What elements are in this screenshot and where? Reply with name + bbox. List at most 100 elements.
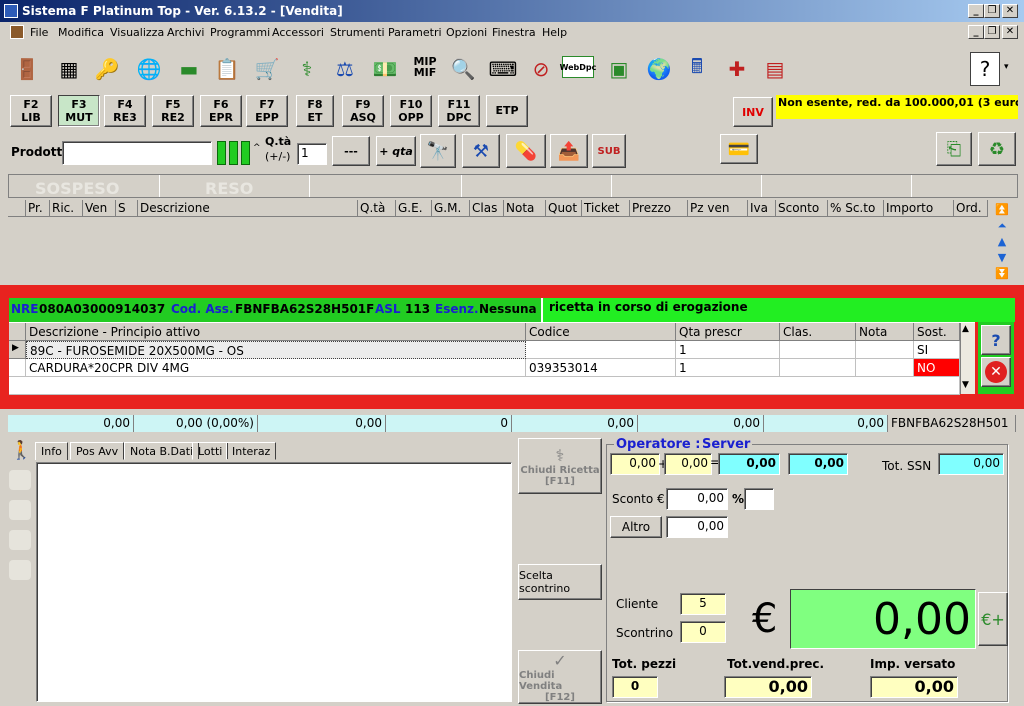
- col-ticket[interactable]: Ticket: [582, 200, 630, 217]
- cancel-card-icon[interactable]: ⊘: [524, 52, 558, 86]
- scroll-down-arrow-icon[interactable]: ▼: [962, 380, 969, 390]
- fkey-f6-epr[interactable]: F6 EPR: [200, 95, 242, 127]
- scale-icon[interactable]: ⚖: [328, 52, 362, 86]
- calculator-icon[interactable]: 🖩: [680, 52, 714, 86]
- child-restore-button[interactable]: ❐: [984, 25, 1000, 39]
- col-importo[interactable]: Importo: [884, 200, 954, 217]
- recipe-row-1-sost[interactable]: SI: [914, 341, 960, 359]
- col-ven[interactable]: Ven: [83, 200, 116, 217]
- plus-qta-button[interactable]: + qta: [376, 136, 416, 166]
- box-icon[interactable]: ▬: [172, 52, 206, 86]
- cart-icon[interactable]: 🛒: [250, 52, 284, 86]
- recipe-col-sost[interactable]: Sost.: [914, 323, 960, 341]
- recipe-col-qta[interactable]: Qta prescr: [676, 323, 780, 341]
- scroll-up-arrow-icon[interactable]: ▲: [962, 324, 969, 334]
- barcode-icon[interactable]: ▤: [758, 52, 792, 86]
- col-prezzo[interactable]: Prezzo: [630, 200, 688, 217]
- webdpc-icon[interactable]: WebDpc: [560, 56, 596, 78]
- recycle-bin-icon[interactable]: ♻: [978, 132, 1016, 166]
- dash-button[interactable]: ---: [332, 136, 370, 166]
- fkey-f5-re2[interactable]: F5 RE2: [152, 95, 194, 127]
- menu-parametri[interactable]: Parametri: [388, 26, 442, 39]
- recipe-cancel-button[interactable]: ✕: [981, 357, 1011, 387]
- menu-opzioni[interactable]: Opzioni: [446, 26, 487, 39]
- scelta-scontrino-button[interactable]: Scelta scontrino: [518, 564, 602, 600]
- globe-network-icon[interactable]: 🌐: [132, 52, 166, 86]
- fkey-f7-epp[interactable]: F7 EPP: [246, 95, 288, 127]
- recipe-row-2-descr[interactable]: CARDURA*20CPR DIV 4MG: [26, 359, 526, 377]
- recipe-row-1-descr[interactable]: 89C - FUROSEMIDE 20X500MG - OS: [26, 341, 526, 359]
- money-info-icon[interactable]: 💵: [368, 52, 402, 86]
- pill-search-icon[interactable]: 💊: [506, 134, 546, 168]
- recipe-empty-row[interactable]: [9, 377, 960, 395]
- tab-pos-avv[interactable]: Pos Avv: [70, 442, 125, 460]
- recipe-row-1-clas[interactable]: [780, 341, 856, 359]
- scroll-page-up-icon[interactable]: ⏶: [992, 219, 1012, 233]
- recipe-row-2-qta[interactable]: 1: [676, 359, 780, 377]
- col-ric[interactable]: Ric.: [50, 200, 83, 217]
- etp-button[interactable]: ETP: [486, 95, 528, 127]
- col-nota[interactable]: Nota: [504, 200, 546, 217]
- side-slot-1[interactable]: [9, 470, 31, 490]
- child-minimize-button[interactable]: _: [968, 25, 984, 39]
- imp-versato-value[interactable]: 0,00: [870, 676, 958, 698]
- col-ord[interactable]: Ord.: [954, 200, 988, 217]
- help-dropdown-icon[interactable]: ▾: [1004, 62, 1009, 72]
- recipe-row-1-codice[interactable]: [526, 341, 676, 359]
- calculator-grid-icon[interactable]: ▦: [52, 52, 86, 86]
- keyboard-icon[interactable]: ⌨: [486, 52, 520, 86]
- menu-finestra[interactable]: Finestra: [492, 26, 536, 39]
- person-icon[interactable]: 🚶: [10, 440, 32, 461]
- tab-interaz[interactable]: Interaz: [226, 442, 277, 460]
- recipe-row-2-clas[interactable]: [780, 359, 856, 377]
- recipe-row-1-nota[interactable]: [856, 341, 914, 359]
- fkey-f8-et[interactable]: F8 ET: [296, 95, 334, 127]
- exit-door-icon[interactable]: 🚪: [10, 52, 44, 86]
- phone-list-icon[interactable]: 📋: [210, 52, 244, 86]
- inv-button[interactable]: INV: [733, 97, 773, 127]
- fkey-f11-dpc[interactable]: F11 DPC: [438, 95, 480, 127]
- menu-help[interactable]: Help: [542, 26, 567, 39]
- binoculars-icon[interactable]: 🔭: [420, 134, 456, 168]
- tab-lotti[interactable]: Lotti: [192, 442, 229, 460]
- side-slot-4[interactable]: [9, 560, 31, 580]
- euro-add-icon[interactable]: €+: [978, 592, 1008, 646]
- chiudi-vendita-button[interactable]: ✓ Chiudi Vendita [F12]: [518, 650, 602, 704]
- menu-visualizza[interactable]: Visualizza: [110, 26, 164, 39]
- chiudi-ricetta-button[interactable]: ⚕ Chiudi Ricetta [F11]: [518, 438, 602, 494]
- tools-icon[interactable]: ⚒: [462, 134, 500, 168]
- scroll-bottom-icon[interactable]: ⏬: [992, 267, 1012, 281]
- sconto-input[interactable]: 0,00: [666, 488, 728, 510]
- col-quot[interactable]: Quot: [546, 200, 582, 217]
- display-icon[interactable]: ▣: [602, 52, 636, 86]
- document-search-icon[interactable]: 🔍: [446, 52, 480, 86]
- altro-button[interactable]: Altro: [610, 516, 662, 538]
- col-clas[interactable]: Clas: [470, 200, 504, 217]
- tab-nota-bdati[interactable]: Nota B.Dati: [124, 442, 200, 460]
- info-text-area[interactable]: [36, 462, 512, 702]
- child-close-button[interactable]: ✕: [1002, 25, 1018, 39]
- tab-info[interactable]: Info: [35, 442, 68, 460]
- col-sconto[interactable]: Sconto: [776, 200, 828, 217]
- restore-doc-icon[interactable]: ⎗: [936, 132, 972, 166]
- col-pr[interactable]: Pr.: [26, 200, 50, 217]
- minimize-button[interactable]: _: [968, 4, 984, 18]
- recipe-col-clas[interactable]: Clas.: [780, 323, 856, 341]
- col-descrizione[interactable]: Descrizione: [138, 200, 358, 217]
- chevron-up-icon[interactable]: ^: [253, 143, 261, 153]
- col-pct-sconto[interactable]: % Sc.to: [828, 200, 884, 217]
- side-slot-2[interactable]: [9, 500, 31, 520]
- close-button[interactable]: ✕: [1002, 4, 1018, 18]
- col-gm[interactable]: G.M.: [432, 200, 470, 217]
- menu-accessori[interactable]: Accessori: [272, 26, 324, 39]
- col-pz-ven[interactable]: Pz ven: [688, 200, 748, 217]
- scroll-top-icon[interactable]: ⏫: [992, 203, 1012, 217]
- globe-money-icon[interactable]: 🌍: [642, 52, 676, 86]
- side-slot-3[interactable]: [9, 530, 31, 550]
- recipe-row-2-codice[interactable]: 039353014: [526, 359, 676, 377]
- menu-modifica[interactable]: Modifica: [58, 26, 104, 39]
- recipe-col-descr[interactable]: Descrizione - Principio attivo: [26, 323, 526, 341]
- col-qta[interactable]: Q.tà: [358, 200, 396, 217]
- product-input[interactable]: [62, 141, 212, 165]
- help-icon[interactable]: ?: [970, 52, 1000, 86]
